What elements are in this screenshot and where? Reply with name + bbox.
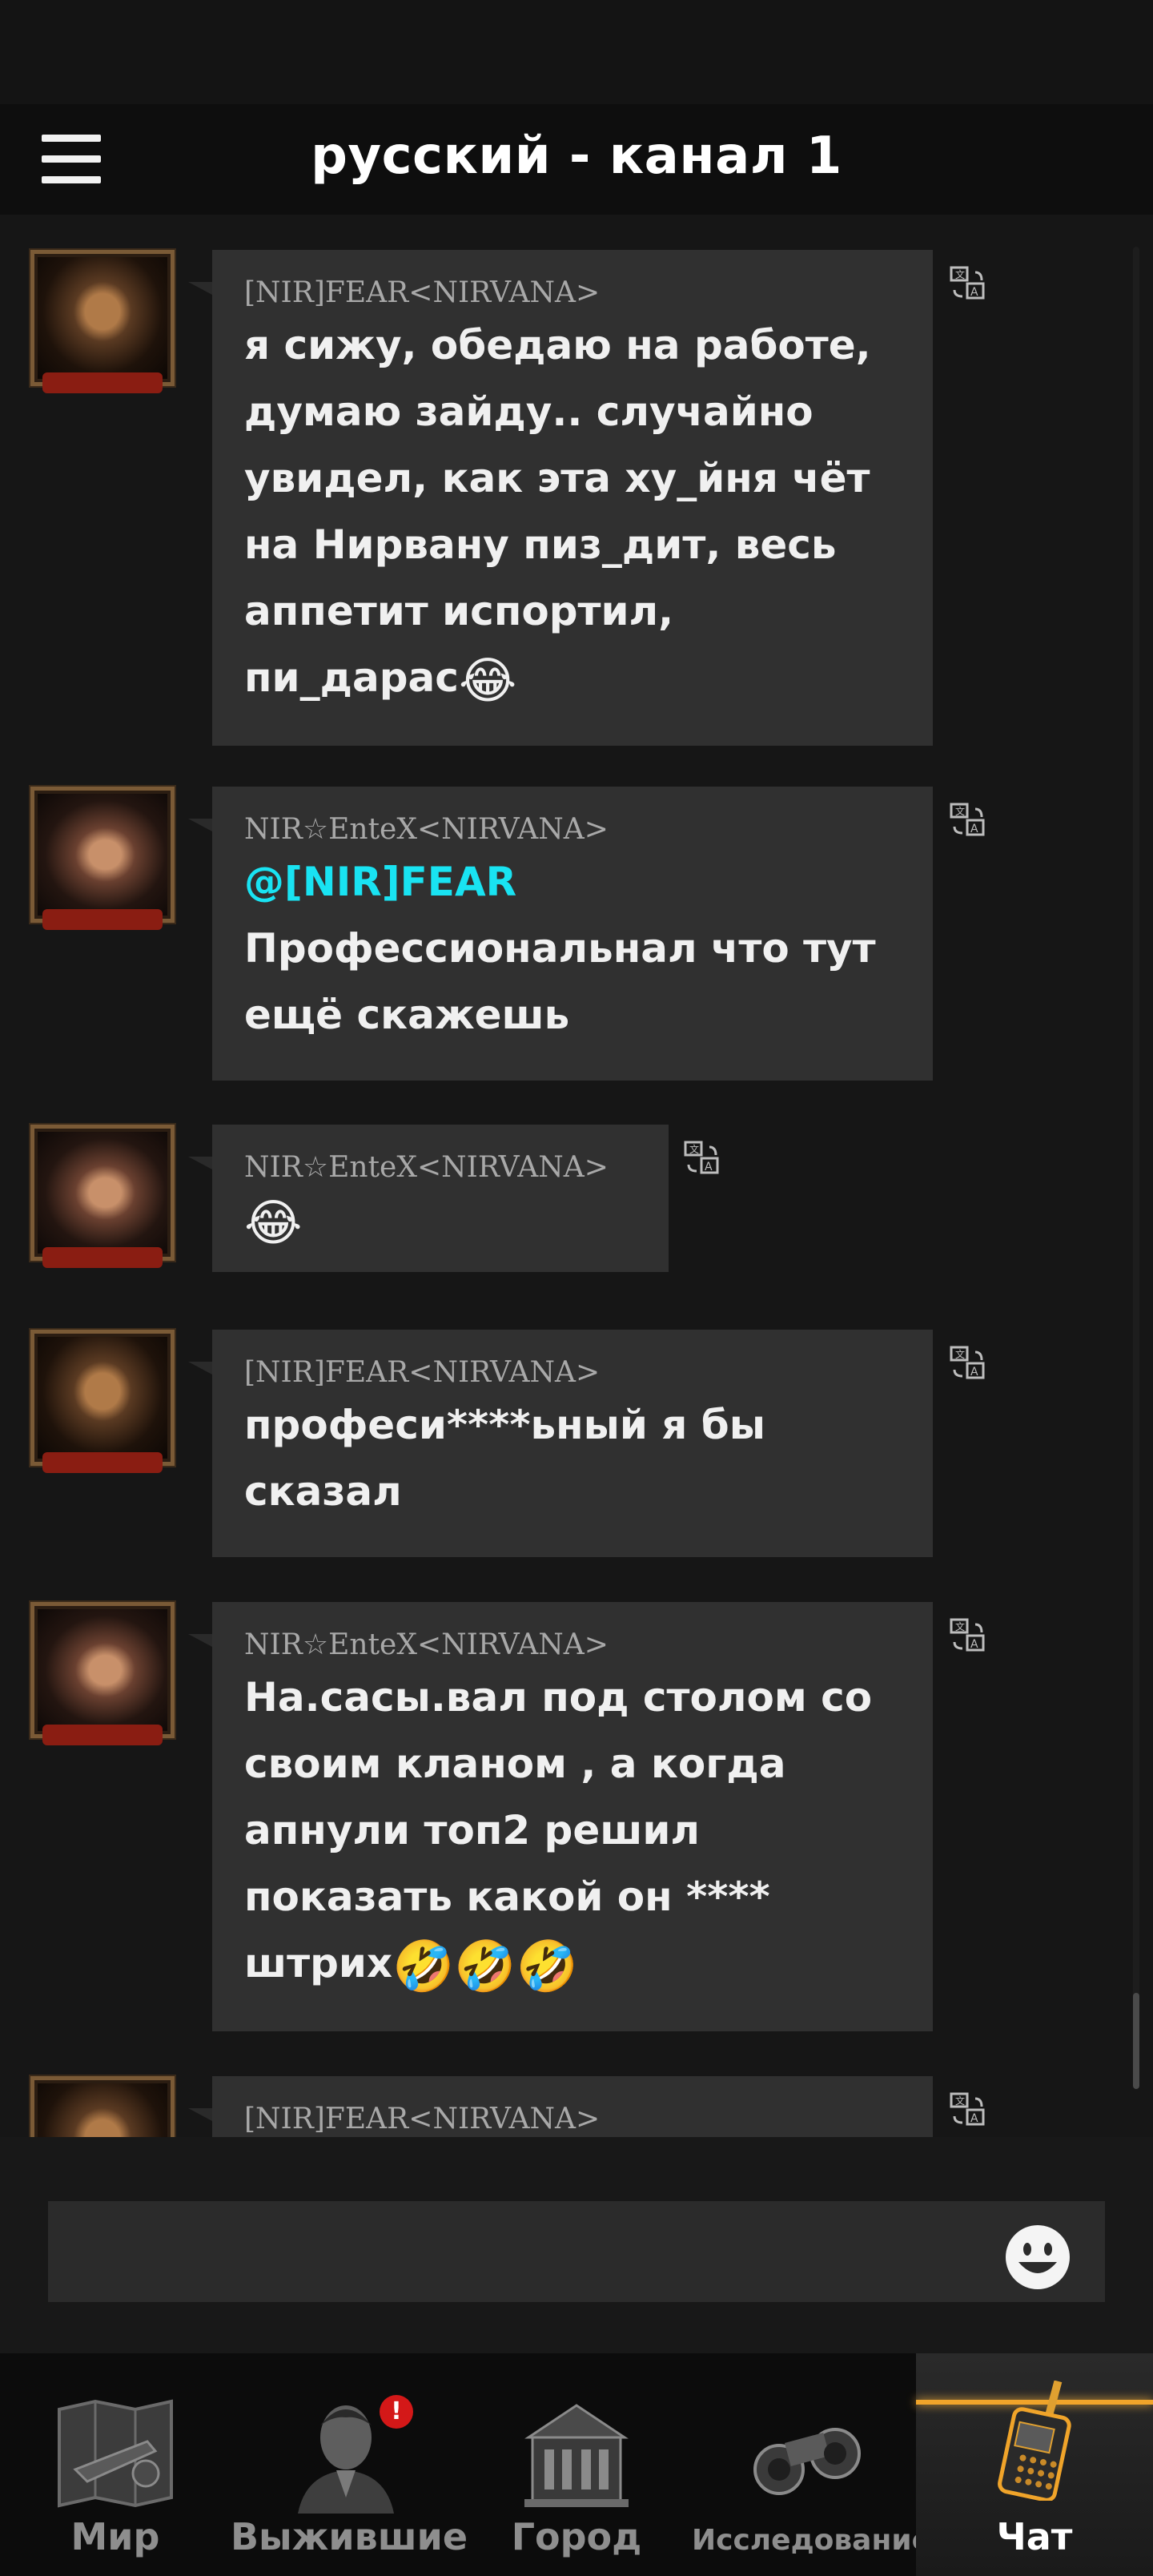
emoji: 🤣🤣🤣 (392, 1937, 578, 1995)
message-bubble[interactable]: NIR☆EnteX<NIRVANA> @[NIR]FEAR Профессион… (188, 787, 933, 1081)
emoji-picker-icon[interactable] (1004, 2224, 1071, 2291)
nav-label: Город (511, 2515, 642, 2558)
nav-item-city[interactable]: Город (461, 2353, 692, 2576)
nav-item-exploration[interactable]: Исследование (692, 2353, 931, 2576)
avatar-scarf (42, 372, 163, 393)
message-text-body: я сижу, обедаю на работе, думаю зайду.. … (244, 322, 871, 701)
nav-label: Мир (70, 2515, 160, 2558)
message-text: Профессиональнал что тут ещё скажешь (244, 925, 876, 1038)
avatar[interactable] (30, 2076, 175, 2137)
nav-label: Выжившие (231, 2515, 468, 2558)
avatar[interactable] (30, 1330, 175, 1473)
avatar[interactable] (30, 1125, 175, 1268)
walkie-talkie-icon (998, 2381, 1071, 2501)
avatar-scarf (42, 1452, 163, 1473)
avatar[interactable] (30, 787, 175, 930)
message-bubble[interactable]: [NIR]FEAR<NIRVANA> (188, 2076, 933, 2137)
scrollbar-thumb[interactable] (1133, 1993, 1139, 2089)
sender-name: NIR☆EnteX<NIRVANA> (244, 1151, 609, 1184)
scrollbar[interactable] (1133, 247, 1139, 2089)
svg-text:文: 文 (689, 1143, 699, 1155)
channel-title: русский - канал 1 (311, 127, 842, 186)
sender-name: [NIR]FEAR<NIRVANA> (244, 2103, 601, 2135)
message-text: професи****ьный я бы сказал (244, 1402, 765, 1515)
avatar[interactable] (30, 250, 175, 393)
svg-text:文: 文 (955, 268, 965, 280)
nav-label: Чат (996, 2515, 1073, 2558)
svg-text:A: A (970, 286, 978, 299)
world-map-icon (58, 2399, 173, 2508)
binoculars-icon (753, 2428, 861, 2495)
svg-text:文: 文 (955, 805, 965, 817)
nav-item-survivors[interactable]: ! Выжившие (231, 2353, 468, 2576)
message-bubble[interactable]: [NIR]FEAR<NIRVANA> професи****ьный я бы … (188, 1330, 933, 1557)
sender-name: NIR☆EnteX<NIRVANA> (244, 1628, 609, 1661)
mention[interactable]: @[NIR]FEAR (244, 849, 901, 916)
nav-item-world[interactable]: Мир (0, 2353, 231, 2576)
avatar-scarf (42, 1247, 163, 1268)
nav-item-chat[interactable]: Чат (916, 2353, 1153, 2576)
svg-text:A: A (970, 823, 978, 835)
sender-name: NIR☆EnteX<NIRVANA> (244, 813, 609, 846)
translate-icon[interactable]: 文 A (684, 1141, 721, 1176)
svg-text:文: 文 (955, 1348, 965, 1360)
translate-icon[interactable]: 文 A (950, 266, 986, 301)
status-bar (0, 0, 1153, 104)
message-bubble[interactable]: NIR☆EnteX<NIRVANA> 😂 (188, 1125, 669, 1272)
svg-text:A: A (970, 2112, 978, 2125)
translate-icon[interactable]: 文 A (950, 2092, 986, 2127)
message-text: я сижу, обедаю на работе, думаю зайду.. … (244, 312, 901, 714)
sender-name: [NIR]FEAR<NIRVANA> (244, 1356, 601, 1389)
message-bubble[interactable]: NIR☆EnteX<NIRVANA> На.сасы.вал под столо… (188, 1602, 933, 2031)
notification-badge: ! (380, 2395, 413, 2429)
bottom-navigation: Мир ! Выжившие Город Исследование Чат (0, 2353, 1153, 2576)
svg-text:A: A (705, 1161, 713, 1173)
message-input-bar (0, 2137, 1153, 2353)
svg-text:A: A (970, 1366, 978, 1379)
emoji: 😂 (244, 1193, 303, 1252)
city-building-icon (524, 2404, 629, 2507)
sender-name: [NIR]FEAR<NIRVANA> (244, 276, 601, 309)
svg-text:A: A (970, 1638, 978, 1651)
message-text: 😂 (244, 1187, 637, 1256)
svg-text:文: 文 (955, 2095, 965, 2107)
emoji: 😂 (458, 651, 517, 710)
avatar[interactable] (30, 1602, 175, 1745)
message-input[interactable] (48, 2201, 1105, 2302)
chat-message-list[interactable]: [NIR]FEAR<NIRVANA> я сижу, обедаю на раб… (0, 215, 1153, 2137)
translate-icon[interactable]: 文 A (950, 803, 986, 838)
nav-label: Исследование (692, 2524, 931, 2557)
translate-icon[interactable]: 文 A (950, 1346, 986, 1381)
message-text: На.сасы.вал под столом со своим кланом ,… (244, 1664, 901, 1999)
avatar-scarf (42, 1725, 163, 1745)
chat-header: русский - канал 1 (0, 104, 1153, 215)
message-bubble[interactable]: [NIR]FEAR<NIRVANA> я сижу, обедаю на раб… (188, 250, 933, 746)
avatar-scarf (42, 909, 163, 930)
translate-icon[interactable]: 文 A (950, 1618, 986, 1653)
svg-text:文: 文 (955, 1620, 965, 1632)
